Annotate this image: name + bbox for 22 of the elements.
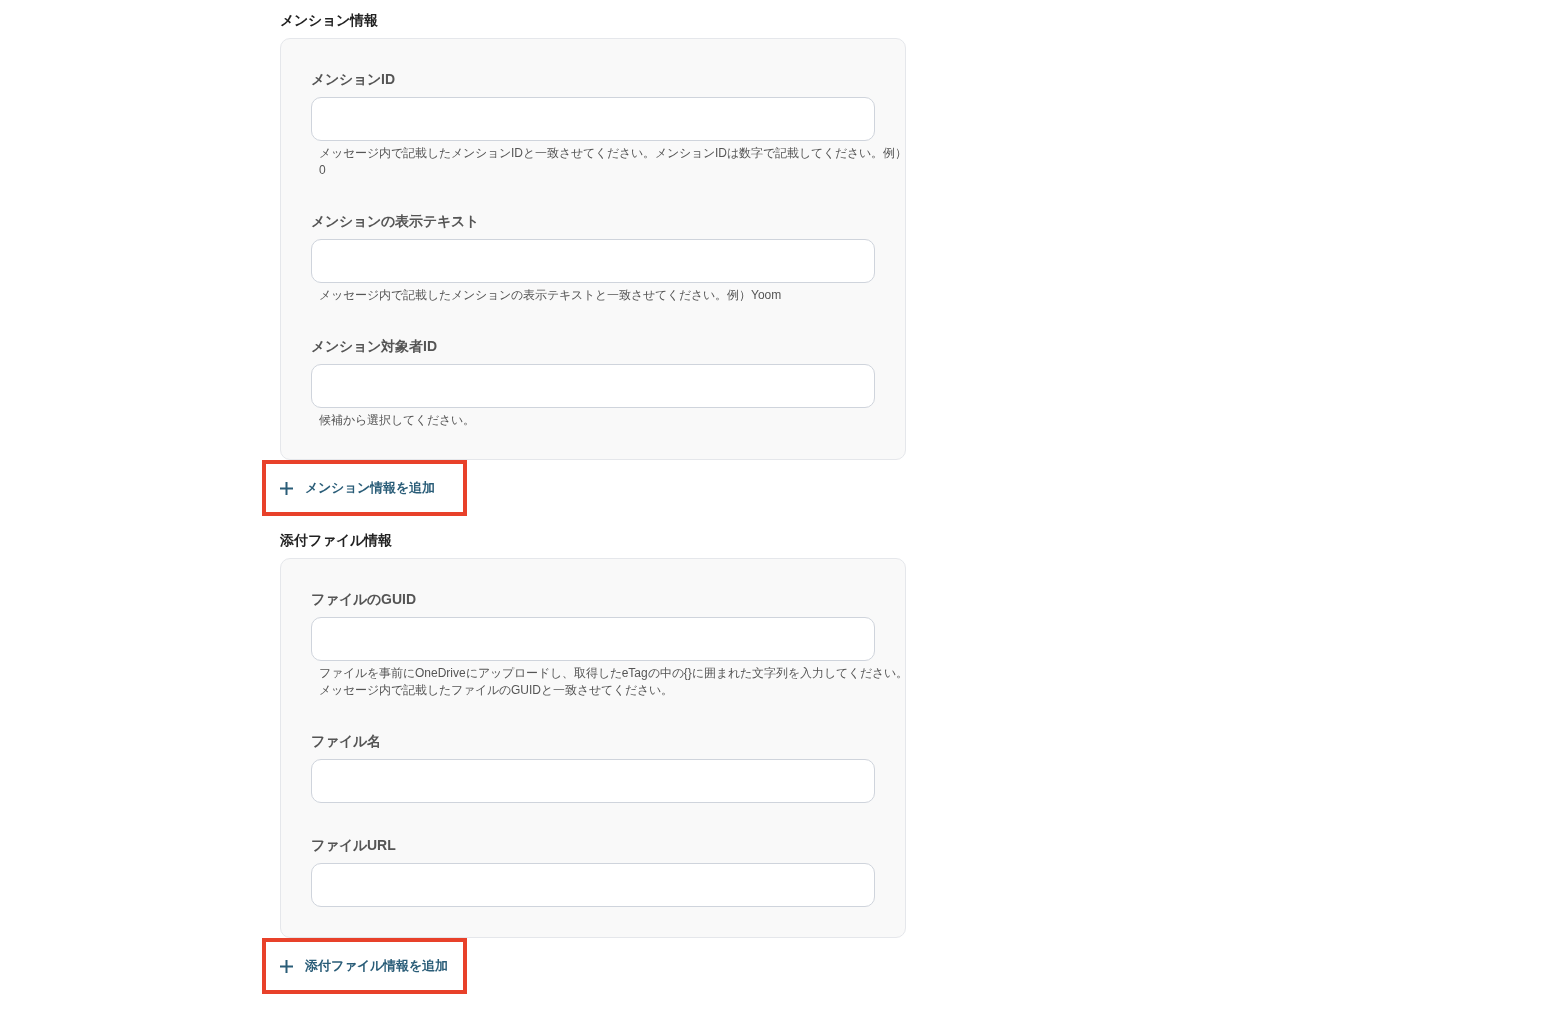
plus-icon <box>280 959 293 973</box>
add-button[interactable]: 添付ファイル情報を追加 <box>280 956 448 976</box>
input-field[interactable] <box>311 617 875 661</box>
field-label: メンションの表示テキスト <box>311 212 480 231</box>
field-label: ファイルのGUID <box>311 590 417 609</box>
input-field[interactable] <box>311 759 875 803</box>
field-label: ファイルURL <box>311 836 397 855</box>
input-field[interactable] <box>311 863 875 907</box>
section-title: メンション情報 <box>280 11 379 30</box>
field-label: メンションID <box>311 70 396 89</box>
field-label: ファイル名 <box>311 732 382 751</box>
field-hint: 候補から選択してください。 <box>318 412 476 429</box>
field-hint: メッセージ内で記載したメンションIDと一致させてください。メンションIDは数字で記載してください。例）0 <box>318 145 908 179</box>
field-hint: ファイルを事前にOneDriveにアップロードし、取得したeTagの中の{}に囲まれた文字列を入力してください。メッセージ内で記載したファイルのGUIDと一致させてください。 <box>318 665 909 699</box>
add-button[interactable]: メンション情報を追加 <box>280 478 435 498</box>
field-label: メンション対象者ID <box>311 337 438 356</box>
input-field[interactable] <box>311 97 875 141</box>
plus-icon <box>280 481 293 495</box>
section-title: 添付ファイル情報 <box>280 531 393 550</box>
field-hint: メッセージ内で記載したメンションの表示テキストと一致させてください。例）Yoom <box>318 287 783 304</box>
input-field[interactable] <box>311 364 875 408</box>
input-field[interactable] <box>311 239 875 283</box>
